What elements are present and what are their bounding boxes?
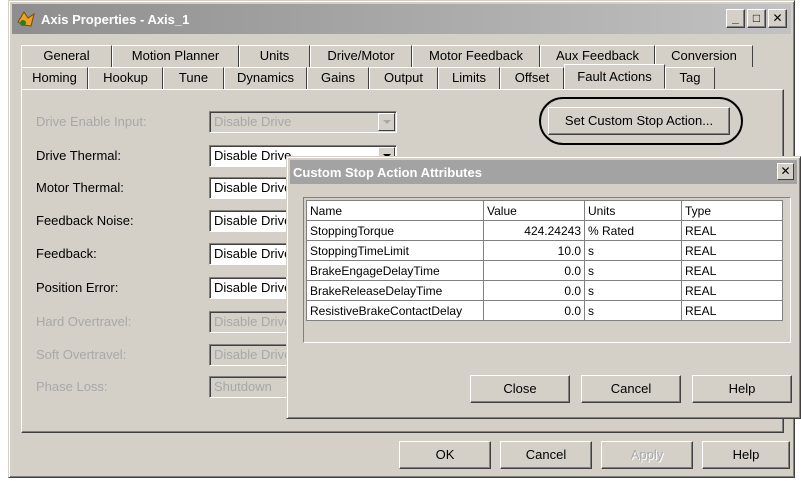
- fault-label-drive-thermal: Drive Thermal:: [36, 148, 122, 163]
- tab-motor-feedback[interactable]: Motor Feedback: [412, 45, 540, 67]
- fault-select-drive-enable-input: Disable Drive: [209, 111, 397, 133]
- cell-name: StoppingTorque: [306, 220, 484, 241]
- tab-drive-motor[interactable]: Drive/Motor: [310, 45, 412, 67]
- table-row[interactable]: ResistiveBrakeContactDelay 0.0 s REAL: [306, 300, 783, 321]
- cancel-button[interactable]: Cancel: [500, 441, 592, 469]
- chevron-down-icon: [378, 113, 395, 131]
- cell-type: REAL: [681, 240, 783, 261]
- tab-gains[interactable]: Gains: [307, 67, 369, 89]
- fault-label-position-error: Position Error:: [36, 280, 119, 295]
- fault-select-value: Disable Drive: [214, 213, 292, 228]
- help-button[interactable]: Help: [702, 441, 790, 469]
- cell-name: BrakeReleaseDelayTime: [306, 280, 484, 301]
- cell-units: s: [584, 280, 682, 301]
- cell-name: StoppingTimeLimit: [306, 240, 484, 261]
- maximize-button[interactable]: □: [747, 9, 766, 28]
- custom-stop-action-dialog: Custom Stop Action Attributes ✕ Name Val…: [286, 156, 801, 419]
- fault-select-value: Disable Drive: [214, 180, 292, 195]
- cell-units: % Rated: [584, 220, 682, 241]
- cell-type: REAL: [681, 220, 783, 241]
- cell-value[interactable]: 0.0: [483, 260, 585, 281]
- table-header-row: Name Value Units Type: [306, 200, 783, 221]
- title-bar[interactable]: Axis Properties - Axis_1 _ □ ✕: [12, 4, 791, 34]
- tab-units[interactable]: Units: [239, 45, 310, 67]
- fault-label-drive-enable-input: Drive Enable Input:: [36, 114, 147, 129]
- column-header-name[interactable]: Name: [306, 200, 484, 221]
- dialog-close-button[interactable]: ✕: [777, 163, 794, 180]
- close-button[interactable]: ✕: [768, 9, 787, 28]
- fault-select-value: Disable Drive: [214, 280, 292, 295]
- fault-select-value: Shutdown: [214, 379, 272, 394]
- cell-name: BrakeEngageDelayTime: [306, 260, 484, 281]
- fault-label-hard-overtravel: Hard Overtravel:: [36, 314, 132, 329]
- cell-value[interactable]: 10.0: [483, 240, 585, 261]
- cell-units: s: [584, 240, 682, 261]
- column-header-units[interactable]: Units: [584, 200, 682, 221]
- attributes-grid: Name Value Units Type StoppingTorque 424…: [303, 197, 791, 343]
- minimize-button[interactable]: _: [726, 9, 745, 28]
- table-row[interactable]: BrakeReleaseDelayTime 0.0 s REAL: [306, 280, 783, 301]
- fault-label-motor-thermal: Motor Thermal:: [36, 180, 124, 195]
- fault-label-feedback: Feedback:: [36, 246, 97, 261]
- axis-app-icon: [15, 8, 37, 30]
- ok-button[interactable]: OK: [399, 441, 491, 469]
- tab-limits[interactable]: Limits: [438, 67, 500, 89]
- dialog-title-bar[interactable]: Custom Stop Action Attributes ✕: [290, 160, 797, 184]
- apply-button: Apply: [601, 441, 693, 469]
- cell-units: s: [584, 260, 682, 281]
- cell-value[interactable]: 0.0: [483, 280, 585, 301]
- window-title: Axis Properties - Axis_1: [41, 11, 190, 27]
- fault-select-value: Disable Drive: [214, 246, 292, 261]
- column-header-value[interactable]: Value: [483, 200, 585, 221]
- cell-type: REAL: [681, 260, 783, 281]
- table-row[interactable]: BrakeEngageDelayTime 0.0 s REAL: [306, 260, 783, 281]
- table-row[interactable]: StoppingTorque 424.24243 % Rated REAL: [306, 220, 783, 241]
- tab-row-front: Homing Hookup Tune Dynamics Gains Output…: [21, 64, 715, 89]
- dialog-title: Custom Stop Action Attributes: [293, 164, 482, 180]
- tab-general[interactable]: General: [21, 45, 112, 67]
- cell-type: REAL: [681, 280, 783, 301]
- tab-hookup[interactable]: Hookup: [88, 67, 163, 89]
- fault-select-value: Disable Drive: [214, 148, 292, 163]
- fault-label-feedback-noise: Feedback Noise:: [36, 213, 134, 228]
- cell-type: REAL: [681, 300, 783, 321]
- cell-value[interactable]: 424.24243: [483, 220, 585, 241]
- attributes-table: Name Value Units Type StoppingTorque 424…: [306, 200, 783, 321]
- dialog-help-button[interactable]: Help: [692, 375, 792, 403]
- set-custom-stop-action-button[interactable]: Set Custom Stop Action...: [548, 107, 730, 135]
- dialog-cancel-button[interactable]: Cancel: [581, 375, 681, 403]
- table-row[interactable]: StoppingTimeLimit 10.0 s REAL: [306, 240, 783, 261]
- tab-tag[interactable]: Tag: [665, 67, 715, 89]
- fault-label-phase-loss: Phase Loss:: [36, 379, 108, 394]
- fault-select-value: Disable Drive: [214, 114, 292, 129]
- tab-dynamics[interactable]: Dynamics: [224, 67, 307, 89]
- fault-select-value: Disable Drive: [214, 314, 292, 329]
- cell-value[interactable]: 0.0: [483, 300, 585, 321]
- cell-units: s: [584, 300, 682, 321]
- column-header-type[interactable]: Type: [681, 200, 783, 221]
- tab-motion-planner[interactable]: Motion Planner: [112, 45, 239, 67]
- tab-tune[interactable]: Tune: [163, 67, 224, 89]
- tab-offset[interactable]: Offset: [500, 67, 564, 89]
- fault-label-soft-overtravel: Soft Overtravel:: [36, 347, 127, 362]
- dialog-close-action-button[interactable]: Close: [470, 375, 570, 403]
- cell-name: ResistiveBrakeContactDelay: [306, 300, 484, 321]
- tab-fault-actions[interactable]: Fault Actions: [564, 64, 665, 89]
- fault-select-value: Disable Drive: [214, 347, 292, 362]
- tab-homing[interactable]: Homing: [21, 67, 88, 89]
- tab-output[interactable]: Output: [369, 67, 438, 89]
- tab-conversion[interactable]: Conversion: [655, 45, 753, 67]
